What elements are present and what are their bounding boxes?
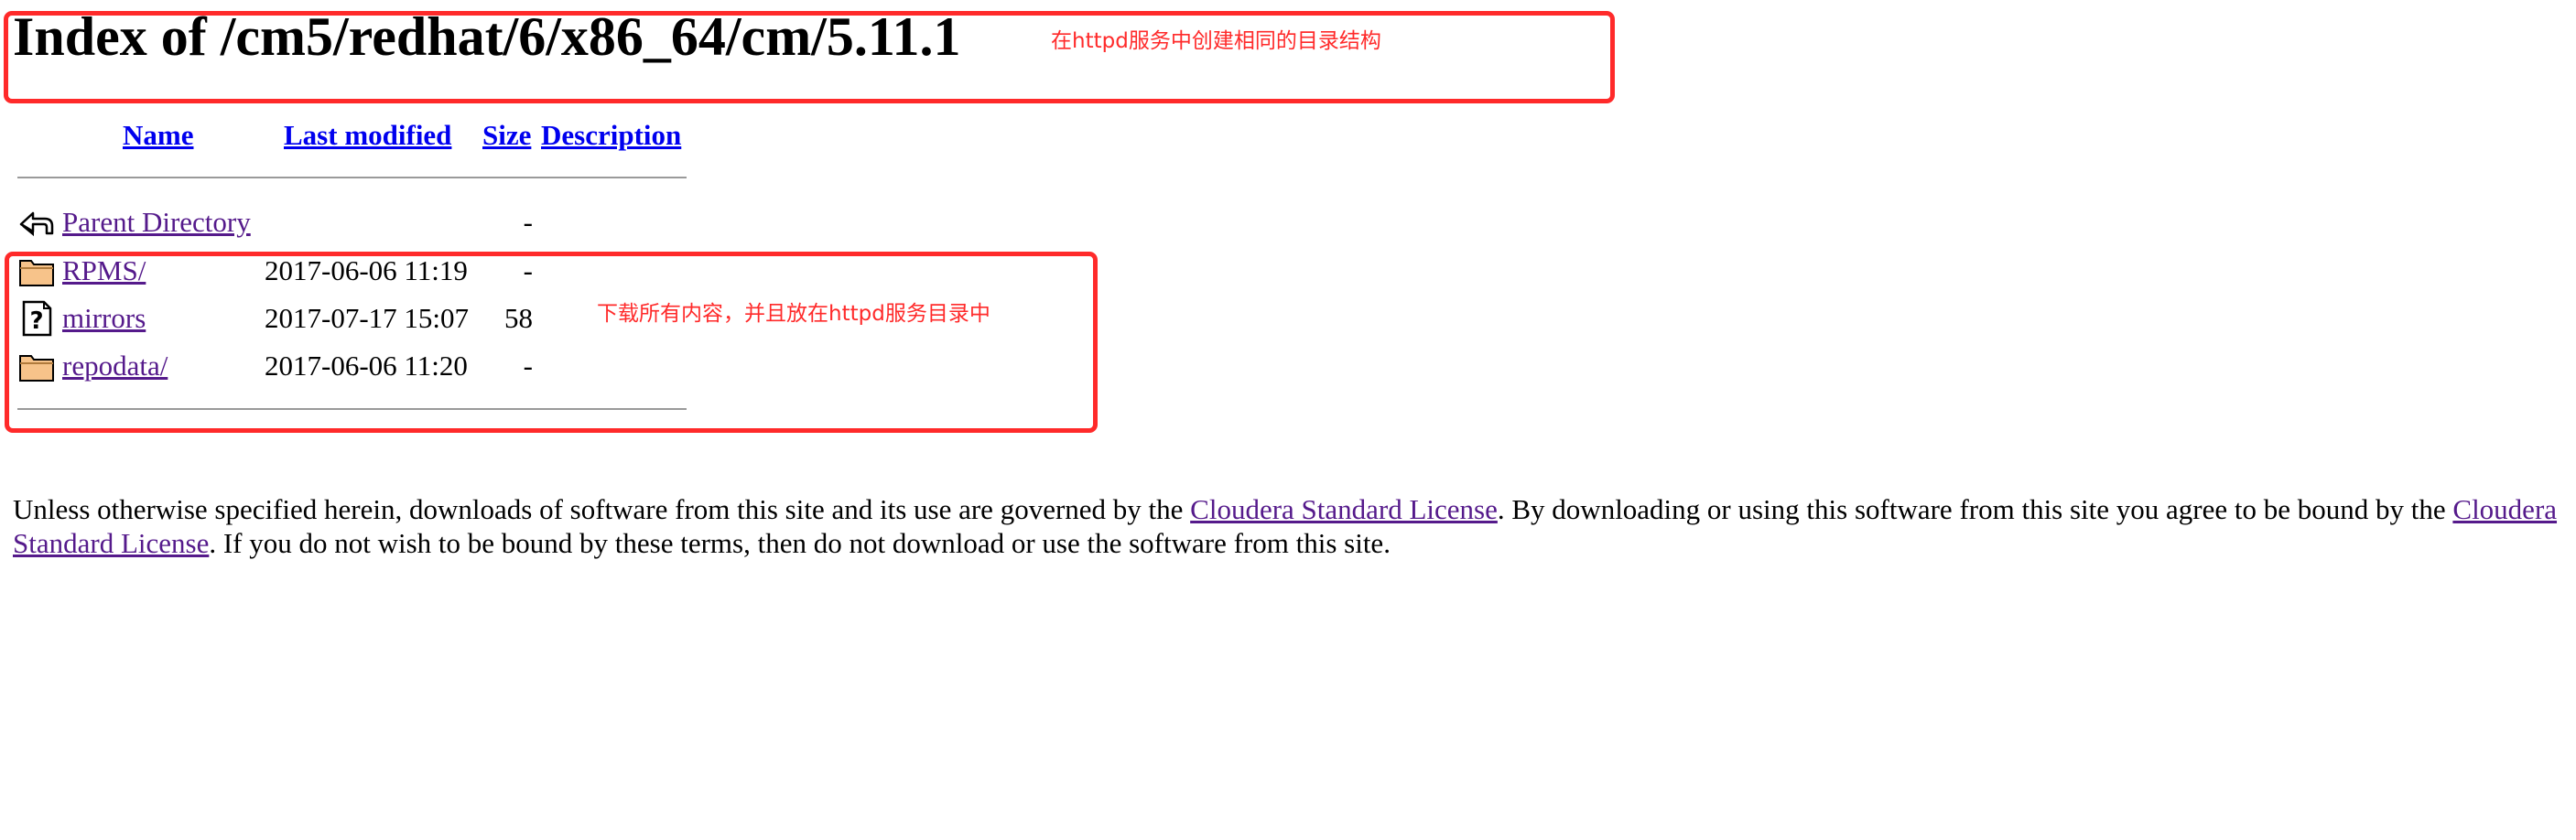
sort-by-description-link[interactable]: Description: [541, 117, 681, 154]
parent-directory-link[interactable]: Parent Directory: [62, 204, 251, 241]
license-text-part: . By downloading or using this software …: [1497, 493, 2453, 525]
table-row: Parent Directory -: [0, 202, 732, 244]
sort-by-name-link[interactable]: Name: [123, 117, 193, 154]
back-arrow-icon[interactable]: [17, 204, 56, 241]
title-annotation-note: 在httpd服务中创建相同的目录结构: [1051, 29, 1381, 53]
list-annotation-box: [5, 252, 1098, 433]
license-text-part: Unless otherwise specified herein, downl…: [13, 493, 1191, 525]
table-top-divider: [17, 177, 687, 178]
sort-by-last-modified-link[interactable]: Last modified: [284, 117, 451, 154]
list-annotation-note: 下载所有内容，并且放在httpd服务目录中: [597, 302, 990, 326]
sort-by-size-link[interactable]: Size: [482, 117, 531, 154]
row-size: -: [523, 206, 533, 238]
cloudera-license-link[interactable]: Cloudera Standard License: [1190, 493, 1498, 525]
title-annotation-box: [4, 11, 1615, 103]
license-text-part: . If you do not wish to be bound by thes…: [209, 527, 1391, 559]
license-notice: Unless otherwise specified herein, downl…: [13, 492, 2567, 560]
